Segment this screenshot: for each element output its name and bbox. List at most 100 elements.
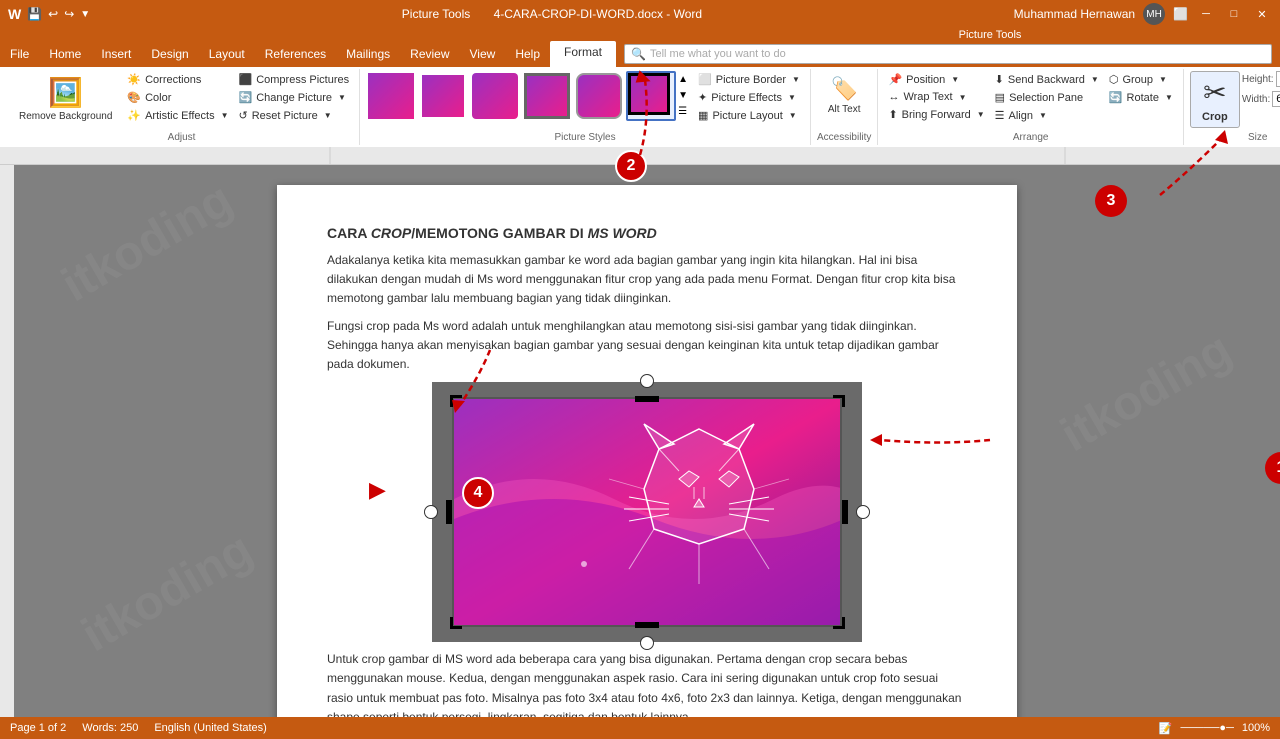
- crop-handle-mr[interactable]: [842, 500, 848, 524]
- height-input[interactable]: [1276, 71, 1280, 87]
- sel-handle-bottom[interactable]: [640, 636, 654, 650]
- tab-references[interactable]: References: [255, 41, 336, 67]
- compress-pictures-button[interactable]: ⬛ Compress Pictures: [235, 71, 354, 88]
- crop-overlay-container: [432, 382, 862, 642]
- corrections-button[interactable]: ☀️ Corrections: [123, 71, 232, 88]
- artistic-effects-button[interactable]: ✨ Artistic Effects ▼: [123, 107, 232, 124]
- reset-picture-dropdown-arrow: ▼: [324, 111, 332, 120]
- crop-handle-ml[interactable]: [446, 500, 452, 524]
- crop-button[interactable]: ✂ Crop: [1190, 71, 1240, 128]
- tab-help[interactable]: Help: [505, 41, 550, 67]
- style-item-1[interactable]: [366, 71, 416, 121]
- ribbon-group-picture-styles: ▲ ▼ ☰ ⬜ Picture Border ▼ ✦ Picture Effec…: [360, 69, 811, 145]
- sel-handle-right[interactable]: [856, 505, 870, 519]
- size-label: Size: [1190, 130, 1280, 143]
- group-button[interactable]: ⬡ Group ▼: [1105, 71, 1177, 88]
- sel-handle-left[interactable]: [424, 505, 438, 519]
- maximize-button[interactable]: □: [1224, 4, 1244, 24]
- doc-title-text: CARA: [327, 225, 371, 241]
- tab-layout[interactable]: Layout: [199, 41, 255, 67]
- style-scroll-up[interactable]: ▲: [678, 73, 688, 87]
- crop-handle-mb[interactable]: [635, 622, 659, 628]
- height-field-row: Height:: [1242, 71, 1280, 87]
- style-item-5[interactable]: [574, 71, 624, 121]
- picture-effects-button[interactable]: ✦ Picture Effects ▼: [694, 89, 804, 106]
- title-bar-right: Muhammad Hernawan MH ⬜ ─ □ ✕: [1014, 3, 1272, 25]
- quick-undo-icon[interactable]: ↩: [48, 7, 58, 21]
- style-item-2[interactable]: [418, 71, 468, 121]
- title-bar-left: W 💾 ↩ ↪ ▼: [8, 6, 90, 22]
- tab-review[interactable]: Review: [400, 41, 459, 67]
- ribbon-display-icon[interactable]: ⬜: [1173, 7, 1188, 21]
- change-picture-button[interactable]: 🔄 Change Picture ▼: [235, 89, 354, 106]
- crop-left-arrow: ◀: [369, 477, 386, 503]
- bring-forward-button[interactable]: ⬆ Bring Forward ▼: [884, 106, 988, 123]
- crop-handle-mt[interactable]: [635, 396, 659, 402]
- width-field-row: Width:: [1242, 91, 1280, 107]
- doc-title: CARA CROP/MEMOTONG GAMBAR DI MS WORD: [327, 225, 967, 241]
- alt-text-icon: 🏷️: [830, 76, 857, 102]
- alt-text-button[interactable]: 🏷️ Alt Text: [819, 71, 870, 120]
- crop-icon: ✂: [1203, 76, 1226, 109]
- style-item-6[interactable]: [626, 71, 676, 121]
- doc-paragraph-3: Untuk crop gambar di MS word ada beberap…: [327, 650, 967, 717]
- tab-file[interactable]: File: [0, 41, 39, 67]
- send-backward-icon: ⬇: [995, 73, 1004, 86]
- quick-save-icon[interactable]: 💾: [27, 7, 42, 21]
- search-placeholder: Tell me what you want to do: [650, 48, 786, 60]
- width-input[interactable]: [1272, 91, 1280, 107]
- crop-handle-tl[interactable]: [450, 395, 462, 407]
- rotate-button[interactable]: 🔄 Rotate ▼: [1105, 89, 1177, 106]
- adjust-group-label: Adjust: [10, 130, 353, 143]
- change-picture-dropdown-arrow: ▼: [338, 93, 346, 102]
- document-page: CARA CROP/MEMOTONG GAMBAR DI MS WORD Ada…: [277, 185, 1017, 717]
- minimize-button[interactable]: ─: [1196, 4, 1216, 24]
- tab-home[interactable]: Home: [39, 41, 91, 67]
- tab-design[interactable]: Design: [141, 41, 198, 67]
- tab-view[interactable]: View: [460, 41, 506, 67]
- color-label: Color: [145, 92, 171, 104]
- style-item-3[interactable]: [470, 71, 520, 121]
- quick-redo-icon[interactable]: ↪: [64, 7, 74, 21]
- adjust-small-buttons: ☀️ Corrections 🎨 Color ✨ Artistic Effect…: [123, 71, 232, 124]
- crop-handle-tr[interactable]: [833, 395, 845, 407]
- accessibility-label: Accessibility: [817, 130, 871, 143]
- picture-tools-header: Picture Tools: [0, 28, 1280, 41]
- color-button[interactable]: 🎨 Color: [123, 89, 232, 106]
- tab-insert[interactable]: Insert: [91, 41, 141, 67]
- picture-border-button[interactable]: ⬜ Picture Border ▼: [694, 71, 804, 88]
- send-backward-button[interactable]: ⬇ Send Backward ▼: [991, 71, 1103, 88]
- sel-handle-top[interactable]: [640, 374, 654, 388]
- style-item-4[interactable]: [522, 71, 572, 121]
- style-more[interactable]: ☰: [678, 105, 688, 119]
- crop-handle-bl[interactable]: [450, 617, 462, 629]
- tab-format[interactable]: Format: [550, 41, 616, 67]
- page-info: Page 1 of 2: [10, 722, 66, 734]
- annotation-1: 1: [1265, 452, 1280, 484]
- style-scroll-down[interactable]: ▼: [678, 89, 688, 103]
- picture-layout-button[interactable]: ▦ Picture Layout ▼: [694, 107, 804, 124]
- status-right: 📝 ─────●─ 100%: [1159, 722, 1270, 735]
- wrap-text-button[interactable]: ↔ Wrap Text ▼: [884, 89, 988, 105]
- ribbon-search-bar[interactable]: 🔍 Tell me what you want to do: [624, 44, 1272, 64]
- picture-border-icon: ⬜: [698, 73, 712, 86]
- watermark-3: itkoding: [73, 522, 262, 663]
- remove-background-button[interactable]: 🖼️ Remove Background: [10, 71, 121, 128]
- selection-pane-button[interactable]: ▤ Selection Pane: [991, 89, 1103, 106]
- position-button[interactable]: 📌 Position ▼: [884, 71, 988, 88]
- document-container: itkoding itkoding itkoding CARA CROP/MEM…: [0, 165, 1280, 717]
- zoom-slider[interactable]: ─────●─: [1180, 722, 1233, 734]
- bring-forward-icon: ⬆: [888, 108, 897, 121]
- ruler-svg: [0, 147, 1280, 165]
- align-button[interactable]: ☰ Align ▼: [991, 107, 1103, 124]
- close-button[interactable]: ✕: [1252, 4, 1272, 24]
- tab-mailings[interactable]: Mailings: [336, 41, 400, 67]
- style-gallery-arrows: ▲ ▼ ☰: [678, 73, 688, 119]
- reset-picture-button[interactable]: ↺ Reset Picture ▼: [235, 107, 354, 124]
- quick-customize-icon[interactable]: ▼: [80, 9, 90, 20]
- crop-handle-br[interactable]: [833, 617, 845, 629]
- word-logo-icon: W: [8, 6, 21, 22]
- change-picture-icon: 🔄: [239, 91, 253, 104]
- adjust-group-content: 🖼️ Remove Background ☀️ Corrections 🎨 Co…: [10, 71, 353, 130]
- horizontal-ruler: [0, 147, 1280, 165]
